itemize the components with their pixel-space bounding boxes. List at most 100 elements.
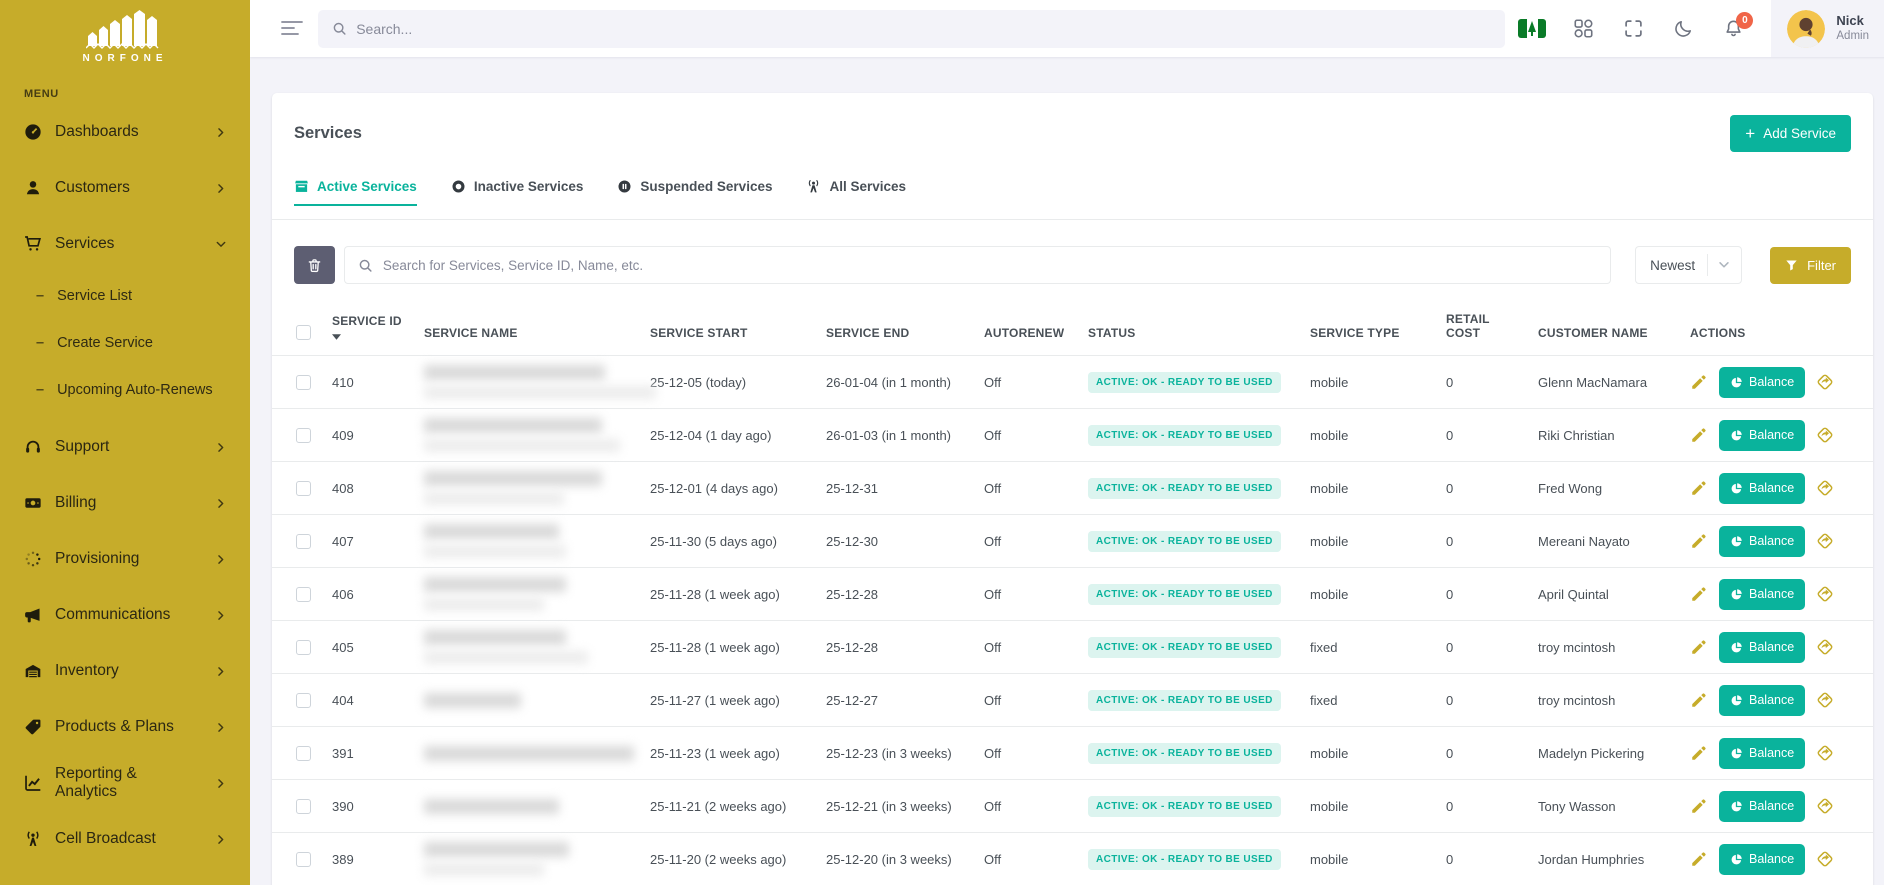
cell-retail-cost-value: 0 [1446,640,1453,655]
sidebar-item-label: Billing [55,494,96,512]
balance-button[interactable]: Balance [1719,632,1805,663]
row-checkbox[interactable] [296,428,311,443]
pie-chart-icon [1730,482,1743,495]
column-header-customer-name[interactable]: CUSTOMER NAME [1528,308,1680,356]
forward-button[interactable] [1816,532,1834,550]
services-search-input[interactable] [383,258,1597,273]
diamond-arrow-icon [1816,850,1834,868]
balance-button[interactable]: Balance [1719,685,1805,716]
page-scrollbar[interactable] [1884,0,1891,885]
add-service-button[interactable]: + Add Service [1730,115,1851,152]
forward-button[interactable] [1816,479,1834,497]
edit-service-button[interactable] [1690,479,1708,497]
balance-button[interactable]: Balance [1719,738,1805,769]
balance-button[interactable]: Balance [1719,420,1805,451]
column-header-service-type[interactable]: SERVICE TYPE [1300,308,1436,356]
edit-service-button[interactable] [1690,797,1708,815]
sort-select[interactable]: Newest [1635,246,1742,284]
dark-mode-button[interactable] [1674,19,1694,39]
row-checkbox[interactable] [296,852,311,867]
cell-service-end: 25-12-28 [816,621,974,674]
balance-button[interactable]: Balance [1719,473,1805,504]
forward-button[interactable] [1816,638,1834,656]
row-checkbox[interactable] [296,587,311,602]
tab-suspended-services[interactable]: Suspended Services [617,179,772,206]
user-menu[interactable]: Nick Admin [1771,0,1891,57]
pie-chart-icon [1730,747,1743,760]
balance-button[interactable]: Balance [1719,791,1805,822]
cell-select [272,409,322,462]
tab-active-services[interactable]: Active Services [294,179,417,206]
edit-service-button[interactable] [1690,638,1708,656]
sidebar-item-upcoming-auto-renews[interactable]: –Upcoming Auto-Renews [0,366,250,413]
row-checkbox[interactable] [296,481,311,496]
sidebar-item-communications[interactable]: Communications [0,587,250,643]
cell-select [272,727,322,780]
apps-grid-button[interactable] [1574,19,1594,39]
balance-label: Balance [1749,375,1794,389]
select-all-checkbox[interactable] [296,325,311,340]
language-flag-icon[interactable] [1518,19,1546,38]
sidebar-item-services[interactable]: Services [0,216,250,272]
edit-service-button[interactable] [1690,426,1708,444]
brand-logo[interactable]: NORFONE [0,0,250,64]
sidebar-item-support[interactable]: Support [0,419,250,475]
forward-button[interactable] [1816,691,1834,709]
column-header-autorenew[interactable]: AUTORENEW [974,308,1078,356]
edit-service-button[interactable] [1690,532,1708,550]
pie-chart-icon [1730,641,1743,654]
column-header-status[interactable]: STATUS [1078,308,1300,356]
tab-all-services[interactable]: All Services [806,179,906,206]
forward-button[interactable] [1816,797,1834,815]
column-header-service-end[interactable]: SERVICE END [816,308,974,356]
sidebar-item-service-list[interactable]: –Service List [0,272,250,319]
edit-service-button[interactable] [1690,585,1708,603]
sidebar-item-products-plans[interactable]: Products & Plans [0,699,250,755]
sidebar-item-dashboards[interactable]: Dashboards [0,104,250,160]
cell-service-name [414,780,640,833]
row-checkbox[interactable] [296,746,311,761]
row-checkbox[interactable] [296,534,311,549]
forward-button[interactable] [1816,426,1834,444]
edit-service-button[interactable] [1690,373,1708,391]
cell-retail-cost: 0 [1436,409,1528,462]
column-header-actions[interactable]: ACTIONS [1680,308,1873,356]
filter-button[interactable]: Filter [1770,247,1851,284]
balance-button[interactable]: Balance [1719,526,1805,557]
column-header-service-start[interactable]: SERVICE START [640,308,816,356]
edit-service-button[interactable] [1690,850,1708,868]
column-header-service-id[interactable]: SERVICE ID [322,308,414,356]
delete-selected-button[interactable] [294,246,335,284]
diamond-arrow-icon [1816,373,1834,391]
sidebar-item-billing[interactable]: Billing [0,475,250,531]
column-header-retail-cost[interactable]: RETAIL COST [1436,308,1528,356]
balance-button[interactable]: Balance [1719,579,1805,610]
row-checkbox[interactable] [296,640,311,655]
forward-button[interactable] [1816,585,1834,603]
notifications-button[interactable]: 0 [1724,19,1744,39]
forward-button[interactable] [1816,373,1834,391]
forward-button[interactable] [1816,744,1834,762]
column-header-label: SERVICE ID [332,314,402,328]
sidebar-item-provisioning[interactable]: Provisioning [0,531,250,587]
topbar-search-input[interactable] [356,21,1491,37]
fullscreen-button[interactable] [1624,19,1644,39]
sidebar-item-create-service[interactable]: –Create Service [0,319,250,366]
edit-service-button[interactable] [1690,691,1708,709]
hamburger-button[interactable] [280,20,304,38]
balance-button[interactable]: Balance [1719,367,1805,398]
chevron-right-icon [212,126,230,139]
diamond-arrow-icon [1816,691,1834,709]
sidebar-item-cell-broadcast[interactable]: Cell Broadcast [0,811,250,867]
sidebar-item-inventory[interactable]: Inventory [0,643,250,699]
forward-button[interactable] [1816,850,1834,868]
column-header-service-name[interactable]: SERVICE NAME [414,308,640,356]
edit-service-button[interactable] [1690,744,1708,762]
row-checkbox[interactable] [296,799,311,814]
balance-button[interactable]: Balance [1719,844,1805,875]
tab-inactive-services[interactable]: Inactive Services [451,179,584,206]
sidebar-item-customers[interactable]: Customers [0,160,250,216]
sidebar-item-reporting-analytics[interactable]: Reporting & Analytics [0,755,250,811]
row-checkbox[interactable] [296,375,311,390]
row-checkbox[interactable] [296,693,311,708]
